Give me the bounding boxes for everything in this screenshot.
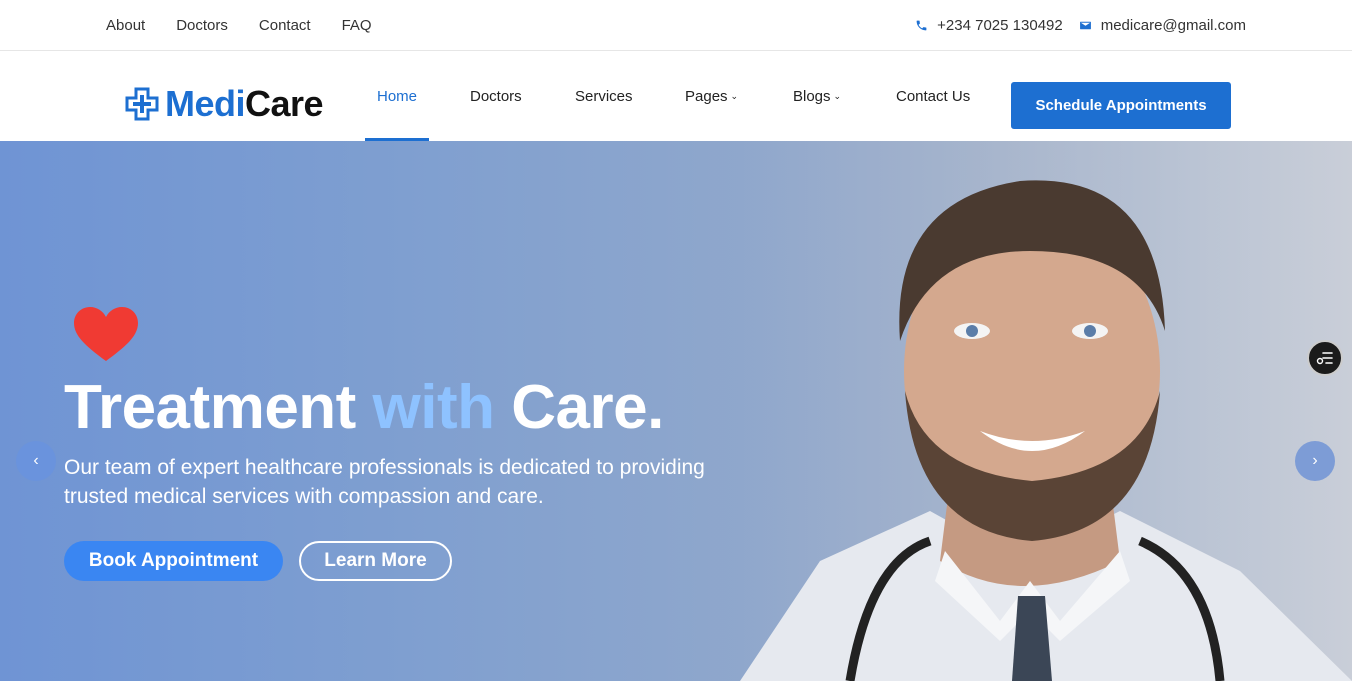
nav-pages[interactable]: Pages ⌄	[685, 52, 738, 141]
settings-toggle-button[interactable]	[1307, 340, 1343, 376]
book-appointment-button[interactable]: Book Appointment	[64, 541, 283, 581]
nav-blogs-label: Blogs	[793, 88, 831, 105]
heart-icon	[74, 307, 138, 361]
chevron-down-icon: ⌄	[833, 91, 842, 101]
learn-more-button[interactable]: Learn More	[299, 541, 452, 581]
top-link-faq[interactable]: FAQ	[342, 17, 372, 34]
hero-title-part1: Treatment	[64, 373, 373, 442]
email-item[interactable]: medicare@gmail.com	[1079, 17, 1246, 34]
slider-prev-button[interactable]: ‹	[16, 441, 56, 481]
top-bar: About Doctors Contact FAQ +234 7025 1304…	[0, 0, 1352, 51]
hero-title-part2: Care.	[494, 373, 664, 442]
nav-services[interactable]: Services	[575, 52, 633, 141]
schedule-appointments-button[interactable]: Schedule Appointments	[1011, 82, 1231, 129]
hero-title: Treatment with Care.	[64, 373, 664, 443]
main-header: MediCare Home Doctors Services Pages ⌄ Bl…	[0, 52, 1352, 141]
chevron-down-icon: ⌄	[730, 91, 739, 101]
hero-slider: Treatment with Care. Our team of expert …	[0, 141, 1352, 681]
top-links: About Doctors Contact FAQ	[106, 0, 372, 51]
filter-icon	[1316, 352, 1333, 365]
slider-next-button[interactable]: ›	[1295, 441, 1335, 481]
hero-title-accent: with	[372, 373, 495, 442]
doctor-photo	[700, 141, 1352, 681]
phone-number: +234 7025 130492	[937, 17, 1063, 34]
nav-doctors[interactable]: Doctors	[470, 52, 522, 141]
chevron-right-icon: ›	[1312, 452, 1318, 469]
nav-contact-us[interactable]: Contact Us	[896, 52, 970, 141]
chevron-left-icon: ‹	[33, 452, 39, 469]
phone-item[interactable]: +234 7025 130492	[915, 17, 1063, 34]
nav-home[interactable]: Home	[364, 52, 430, 141]
top-link-doctors[interactable]: Doctors	[176, 17, 228, 34]
nav-pages-label: Pages	[685, 88, 728, 105]
top-link-contact[interactable]: Contact	[259, 17, 311, 34]
contact-info: +234 7025 130492 medicare@gmail.com	[915, 0, 1246, 51]
phone-icon	[916, 20, 927, 31]
mail-icon	[1079, 21, 1091, 30]
email-address: medicare@gmail.com	[1100, 17, 1246, 34]
nav-blogs[interactable]: Blogs ⌄	[793, 52, 841, 141]
hero-subtitle: Our team of expert healthcare profession…	[64, 456, 705, 508]
top-link-about[interactable]: About	[106, 17, 145, 34]
